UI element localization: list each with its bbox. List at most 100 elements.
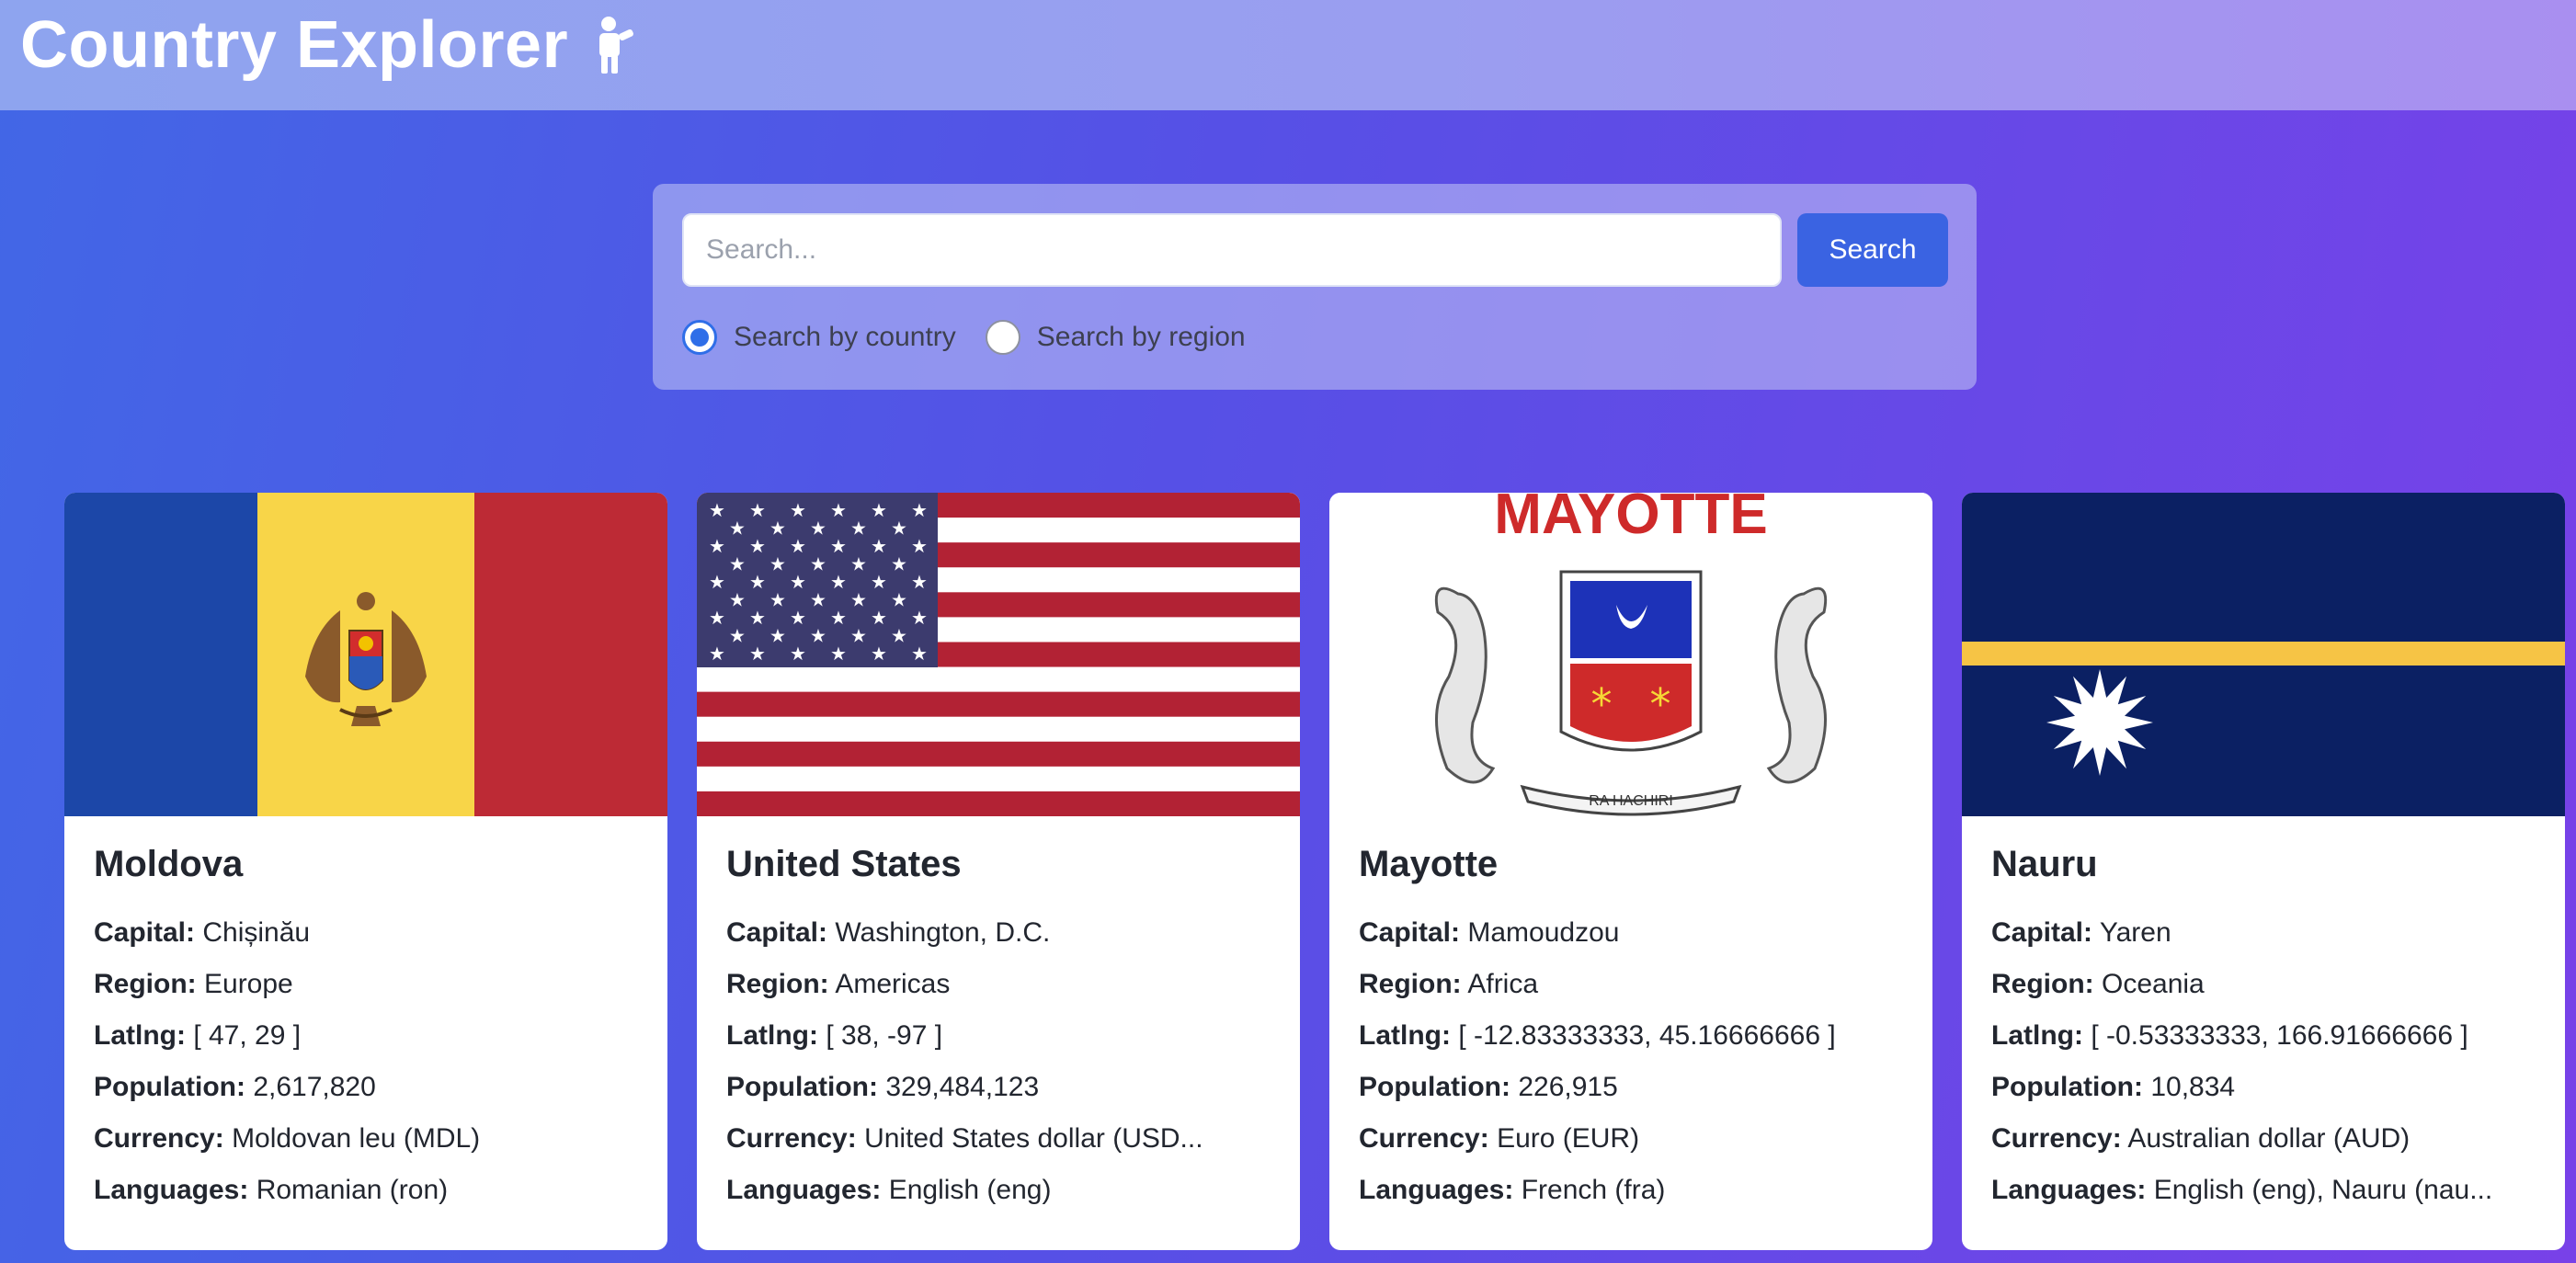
svg-text:★: ★ [709,643,725,665]
svg-text:★: ★ [729,589,746,611]
capital-line: Capital: Yaren [1991,907,2536,959]
svg-text:★: ★ [850,553,867,575]
svg-text:★: ★ [729,518,746,540]
capital-line: Capital: Mamoudzou [1359,907,1903,959]
latlng-label: Latlng: [1359,1020,1451,1051]
mayotte-flag-icon: MAYOTTE * * RA HACHIRI [1329,493,1932,816]
latlng-line: Latlng: [ 38, -97 ] [726,1010,1271,1062]
languages-label: Languages: [1991,1175,2147,1205]
search-mode-group: Search by country Search by region [682,318,1275,357]
country-card-moldova[interactable]: Moldova Capital: Chișinău Region: Europe… [64,493,667,1250]
svg-text:★: ★ [871,643,887,665]
svg-text:★: ★ [810,553,826,575]
population-line: Population: 226,915 [1359,1062,1903,1113]
svg-text:★: ★ [911,643,928,665]
currency-line: Currency: Moldovan leu (MDL) [94,1113,638,1165]
svg-text:★: ★ [850,589,867,611]
svg-text:★: ★ [830,643,847,665]
country-card-united-states[interactable]: ★ ★ ★ ★ ★ ★ ★ ★ ★ ★ ★ ★ ★ ★ ★ ★ ★ ★ ★ ★ ★ ★ ★ ★ ★ ★ ★ ★ ★ ★ ★ ★ ★ ★ ★ ★ ★ ★ ★ ★… [697,493,1300,1250]
svg-text:★: ★ [749,607,766,629]
population-value: 226,915 [1518,1072,1618,1102]
country-name: United States [726,844,962,884]
radio-search-by-country[interactable]: Search by country [682,320,956,355]
country-card-mayotte[interactable]: MAYOTTE * * RA HACHIRI Mayotte Capital: … [1329,493,1932,1250]
search-button[interactable]: Search [1797,213,1948,287]
languages-line: Languages: English (eng) [726,1165,1271,1216]
capital-line: Capital: Washington, D.C. [726,907,1271,959]
languages-line: Languages: French (fra) [1359,1165,1903,1216]
latlng-line: Latlng: [ -12.83333333, 45.16666666 ] [1359,1010,1903,1062]
svg-text:★: ★ [810,518,826,540]
currency-value: Moldovan leu (MDL) [232,1123,481,1154]
latlng-value: [ -0.53333333, 166.91666666 ] [2091,1020,2468,1051]
svg-text:★: ★ [830,571,847,593]
svg-text:★: ★ [871,571,887,593]
svg-text:★: ★ [709,571,725,593]
svg-text:*: * [1650,679,1671,729]
languages-line: Languages: Romanian (ron) [94,1165,638,1216]
country-card-nauru[interactable]: Nauru Capital: Yaren Region: Oceania Lat… [1962,493,2565,1250]
svg-text:★: ★ [850,518,867,540]
region-label: Region: [1359,969,1462,999]
region-label: Region: [94,969,197,999]
population-value: 10,834 [2150,1072,2236,1102]
svg-text:★: ★ [769,589,786,611]
languages-label: Languages: [94,1175,249,1205]
population-line: Population: 329,484,123 [726,1062,1271,1113]
svg-text:★: ★ [891,625,907,647]
population-label: Population: [94,1072,245,1102]
radio-button-checked[interactable] [682,320,717,355]
svg-text:★: ★ [911,499,928,521]
currency-label: Currency: [94,1123,224,1154]
population-line: Population: 10,834 [1991,1062,2536,1113]
search-input[interactable] [682,213,1782,287]
explorer-person-icon [599,17,634,74]
svg-text:★: ★ [790,535,806,557]
region-line: Region: Americas [726,959,1271,1010]
header-bar: Country Explorer [0,0,2576,110]
population-label: Population: [1359,1072,1510,1102]
app-title-row: Country Explorer [20,7,636,83]
population-value: 329,484,123 [885,1072,1040,1102]
svg-text:★: ★ [911,571,928,593]
currency-line: Currency: Euro (EUR) [1359,1113,1903,1165]
languages-label: Languages: [1359,1175,1514,1205]
region-value: Africa [1467,969,1539,999]
app-title: Country Explorer [20,8,569,82]
svg-text:★: ★ [871,535,887,557]
currency-value: United States dollar (USD... [864,1123,1203,1154]
united-states-flag-icon: ★ ★ ★ ★ ★ ★★ ★ ★ ★ ★★ ★ ★ ★ ★ ★★ ★ ★ ★ ★★ ★ ★ ★ ★ ★★ ★ ★ ★ ★★ ★ ★ ★ ★ ★★… [697,493,1300,816]
region-line: Region: Africa [1359,959,1903,1010]
latlng-label: Latlng: [1991,1020,2083,1051]
region-line: Region: Europe [94,959,638,1010]
svg-text:★: ★ [830,535,847,557]
population-value: 2,617,820 [253,1072,376,1102]
latlng-value: [ 47, 29 ] [193,1020,302,1051]
svg-text:★: ★ [830,607,847,629]
radio-search-by-region[interactable]: Search by region [985,320,1246,355]
svg-text:★: ★ [850,625,867,647]
svg-text:★: ★ [911,607,928,629]
capital-label: Capital: [726,917,828,948]
latlng-line: Latlng: [ 47, 29 ] [94,1010,638,1062]
currency-line: Currency: Australian dollar (AUD) [1991,1113,2536,1165]
region-line: Region: Oceania [1991,959,2536,1010]
capital-value: Washington, D.C. [835,917,1051,948]
svg-text:★: ★ [810,589,826,611]
languages-value: Romanian (ron) [256,1175,449,1205]
latlng-label: Latlng: [726,1020,818,1051]
svg-text:★: ★ [790,643,806,665]
population-label: Population: [1991,1072,2143,1102]
languages-value: English (eng) [888,1175,1052,1205]
svg-text:★: ★ [830,499,847,521]
svg-text:★: ★ [790,607,806,629]
nauru-flag-icon [1962,493,2565,816]
country-name: Mayotte [1359,844,1499,884]
capital-value: Mamoudzou [1467,917,1620,948]
radio-button-unchecked[interactable] [985,320,1020,355]
search-panel: Search Search by country Search by regio… [653,184,1977,390]
svg-text:★: ★ [709,499,725,521]
moldova-flag-icon [64,493,667,816]
svg-text:★: ★ [749,535,766,557]
latlng-value: [ 38, -97 ] [826,1020,943,1051]
